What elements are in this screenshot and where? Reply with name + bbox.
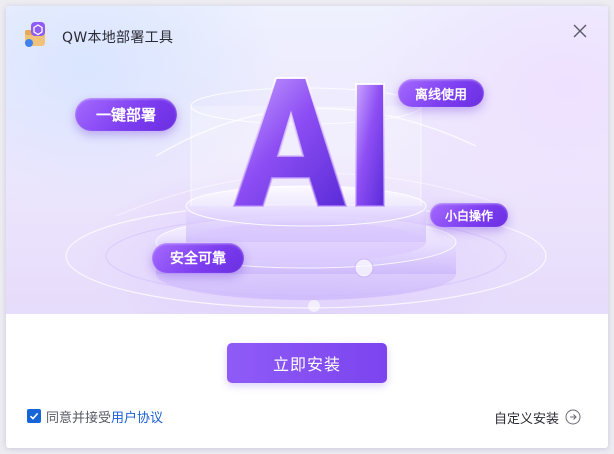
agreement-row: 同意并接受 用户协议: [27, 407, 163, 426]
custom-install-button[interactable]: 自定义安装: [494, 408, 581, 427]
window-title: QW本地部署工具: [62, 30, 174, 46]
agree-checkbox[interactable]: [27, 409, 41, 423]
check-icon: [29, 412, 39, 420]
app-logo-icon: [25, 22, 45, 47]
user-agreement-link[interactable]: 用户协议: [111, 407, 163, 426]
tag-offline-use: 离线使用: [398, 79, 484, 107]
agree-label: 同意并接受: [46, 410, 112, 426]
install-now-button[interactable]: 立即安装: [227, 343, 387, 383]
close-icon[interactable]: [570, 21, 590, 41]
tag-beginner-friendly: 小白操作: [430, 203, 508, 227]
installer-window: QW本地部署工具 一键部署 离线使用 小白操作 安全可靠 立即安装 同意并接受 …: [6, 6, 608, 448]
tag-one-click-deploy: 一键部署: [75, 98, 177, 131]
title-bar: QW本地部署工具: [6, 6, 608, 56]
arrow-right-circle-icon: [565, 409, 581, 425]
tag-safe-reliable: 安全可靠: [152, 243, 244, 273]
custom-install-label: 自定义安装: [494, 411, 560, 427]
